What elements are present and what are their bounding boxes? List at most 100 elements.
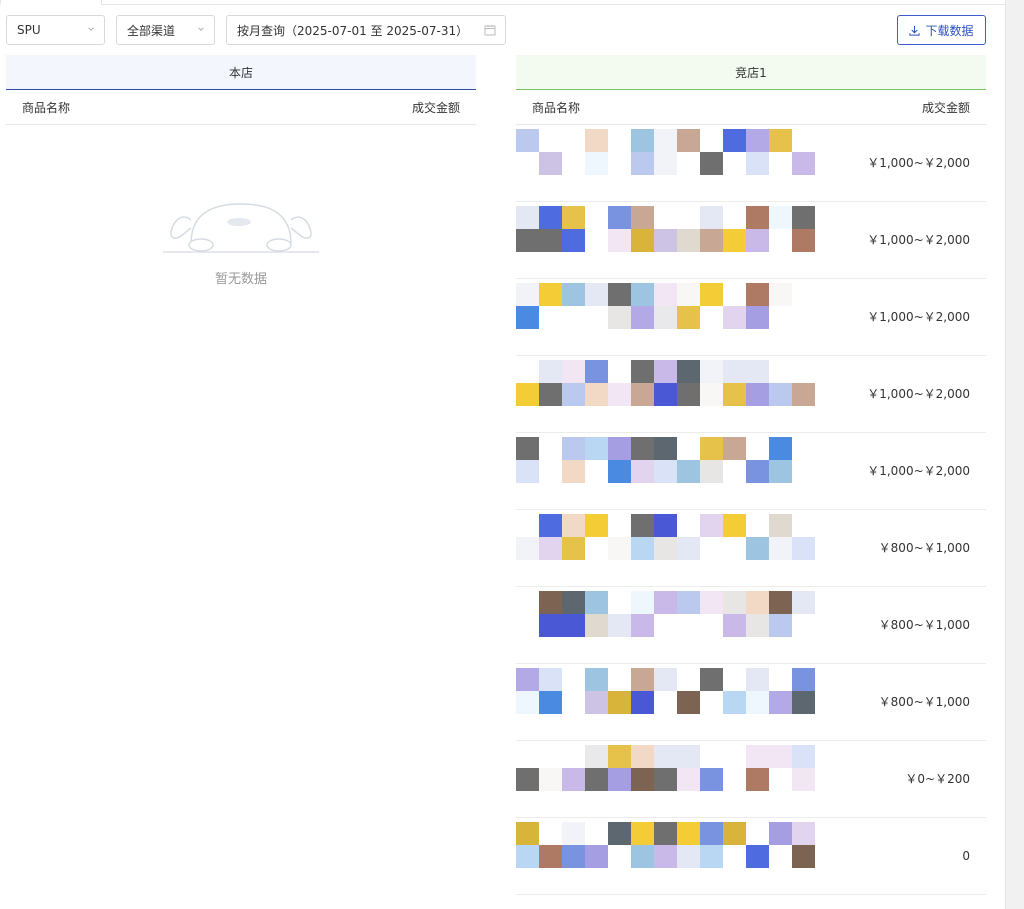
redaction-pixel	[562, 229, 585, 252]
redaction-pixel	[792, 768, 815, 791]
redaction-pixel	[516, 306, 539, 329]
redaction-pixel	[516, 283, 539, 306]
product-info-redacted	[516, 741, 866, 817]
redaction-pixel	[654, 537, 677, 560]
redaction-pixel	[631, 383, 654, 406]
redaction-pixel	[539, 537, 562, 560]
own-store-column-header: 商品名称 成交金额	[6, 90, 476, 125]
redaction-pixel	[654, 283, 677, 306]
table-row[interactable]: ￥1,000~￥2,000	[516, 279, 986, 356]
dimension-select[interactable]: SPU	[6, 15, 105, 45]
own-store-header: 本店	[6, 55, 476, 90]
redaction-pixel	[516, 668, 539, 691]
redaction-pixel	[654, 460, 677, 483]
redaction-pixel	[769, 437, 792, 460]
redaction-pixel	[654, 668, 677, 691]
competitor-title: 竞店1	[735, 65, 767, 80]
table-row[interactable]: 0	[516, 818, 986, 895]
redaction-pixel	[562, 514, 585, 537]
row-amount: ￥1,000~￥2,000	[867, 156, 970, 170]
redaction-pixel	[723, 822, 746, 845]
redaction-pixel	[769, 537, 792, 560]
redaction-pixel	[631, 306, 654, 329]
table-row[interactable]: ￥1,000~￥2,000	[516, 433, 986, 510]
table-row[interactable]: ￥1,000~￥2,000	[516, 356, 986, 433]
redaction-pixel	[746, 306, 769, 329]
table-row[interactable]: ￥1,000~￥2,000	[516, 202, 986, 279]
redaction-pixel	[654, 129, 677, 152]
redaction-pixel	[769, 614, 792, 637]
redaction-pixel	[516, 460, 539, 483]
table-row[interactable]: ￥800~￥1,000	[516, 587, 986, 664]
competitor-header: 竞店1	[516, 55, 986, 90]
redaction-pixel	[746, 360, 769, 383]
redaction-pixel	[631, 591, 654, 614]
redaction-pixel	[585, 129, 608, 152]
redaction-pixel	[746, 383, 769, 406]
redaction-pixel	[700, 460, 723, 483]
redaction-pixel	[769, 129, 792, 152]
product-info-redacted	[516, 356, 866, 432]
redaction-pixel	[539, 229, 562, 252]
row-amount: 0	[962, 849, 970, 863]
redaction-pixel	[516, 437, 539, 460]
redaction-pixel	[516, 383, 539, 406]
redaction-pixel	[516, 537, 539, 560]
redaction-pixel	[654, 591, 677, 614]
redaction-pixel	[631, 152, 654, 175]
redaction-pixel	[792, 845, 815, 868]
redaction-pixel	[792, 691, 815, 714]
chevron-down-icon	[88, 27, 94, 31]
redaction-pixel	[746, 283, 769, 306]
redaction-pixel	[585, 691, 608, 714]
channel-select[interactable]: 全部渠道	[116, 15, 215, 45]
redaction-pixel	[769, 691, 792, 714]
redaction-pixel	[746, 668, 769, 691]
top-tab-active[interactable]	[0, 0, 102, 5]
redaction-pixel	[608, 306, 631, 329]
redaction-pixel	[700, 514, 723, 537]
table-row[interactable]: ￥800~￥1,000	[516, 510, 986, 587]
redaction-pixel	[539, 845, 562, 868]
table-row[interactable]: ￥1,000~￥2,000	[516, 125, 986, 202]
redaction-pixel	[562, 206, 585, 229]
table-row[interactable]: ￥800~￥1,000	[516, 664, 986, 741]
redaction-pixel	[654, 845, 677, 868]
download-data-button[interactable]: 下载数据	[897, 15, 986, 45]
redaction-pixel	[631, 768, 654, 791]
redaction-pixel	[562, 437, 585, 460]
redaction-pixel	[608, 537, 631, 560]
redaction-pixel	[516, 229, 539, 252]
scrollbar[interactable]	[1005, 0, 1024, 909]
redaction-pixel	[677, 537, 700, 560]
redaction-pixel	[700, 152, 723, 175]
redaction-pixel	[677, 745, 700, 768]
redaction-pixel	[792, 152, 815, 175]
redaction-pixel	[769, 822, 792, 845]
redaction-pixel	[608, 383, 631, 406]
redaction-pixel	[585, 152, 608, 175]
redaction-pixel	[746, 768, 769, 791]
channel-select-value: 全部渠道	[127, 23, 176, 38]
redaction-pixel	[631, 668, 654, 691]
redaction-pixel	[631, 745, 654, 768]
redaction-pixel	[631, 537, 654, 560]
redaction-pixel	[585, 745, 608, 768]
redaction-pixel	[700, 591, 723, 614]
product-info-redacted	[516, 510, 866, 586]
redaction-pixel	[746, 129, 769, 152]
redaction-pixel	[516, 768, 539, 791]
redaction-pixel	[677, 229, 700, 252]
table-row[interactable]: ￥0~￥200	[516, 741, 986, 818]
redaction-pixel	[792, 383, 815, 406]
redaction-pixel	[654, 822, 677, 845]
redaction-pixel	[562, 845, 585, 868]
redaction-pixel	[608, 768, 631, 791]
redaction-pixel	[562, 460, 585, 483]
redaction-pixel	[700, 360, 723, 383]
date-range-picker[interactable]: 按月查询（2025-07-01 至 2025-07-31）	[226, 15, 506, 45]
redaction-pixel	[562, 768, 585, 791]
redaction-pixel	[769, 383, 792, 406]
redaction-pixel	[700, 229, 723, 252]
redaction-pixel	[631, 283, 654, 306]
